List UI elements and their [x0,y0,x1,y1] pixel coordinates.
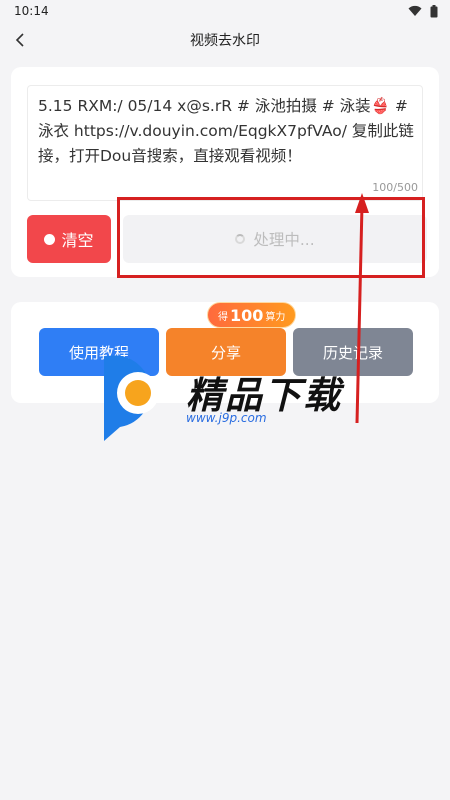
reward-number: 100 [230,305,264,325]
reward-badge: 得 100 算力 [207,302,297,328]
actions-card: 使用教程 分享 历史记录 得 100 算力 [11,302,439,403]
link-text: 5.15 RXM:/ 05/14 x@s.rR # 泳池拍摄 # 泳装👙 # 泳… [38,97,414,165]
share-button[interactable]: 分享 [166,328,286,376]
page-title: 视频去水印 [190,33,260,49]
annotation-highlight-box [117,197,425,278]
history-button[interactable]: 历史记录 [293,328,413,376]
status-time: 10:14 [14,4,49,18]
history-button-label: 历史记录 [322,343,383,362]
clear-button[interactable]: 清空 [27,215,111,263]
tutorial-button[interactable]: 使用教程 [39,328,159,376]
watermark-subtitle: www.j9p.com [186,411,267,425]
status-bar: 10:14 [0,0,450,22]
char-counter: 100/500 [372,181,418,194]
clear-button-label: 清空 [61,231,94,250]
share-button-label: 分享 [210,343,241,362]
status-icons [408,4,438,18]
link-textarea[interactable]: 5.15 RXM:/ 05/14 x@s.rR # 泳池拍摄 # 泳装👙 # 泳… [27,85,423,201]
tutorial-button-label: 使用教程 [68,343,129,362]
app-bar: 视频去水印 [0,22,450,58]
battery-icon [430,4,438,17]
back-arrow-icon [15,33,24,47]
reward-suffix: 算力 [265,311,286,323]
wifi-icon [408,5,422,16]
clear-dot-icon [44,233,56,245]
reward-prefix: 得 [218,311,228,323]
back-button[interactable] [6,26,34,54]
